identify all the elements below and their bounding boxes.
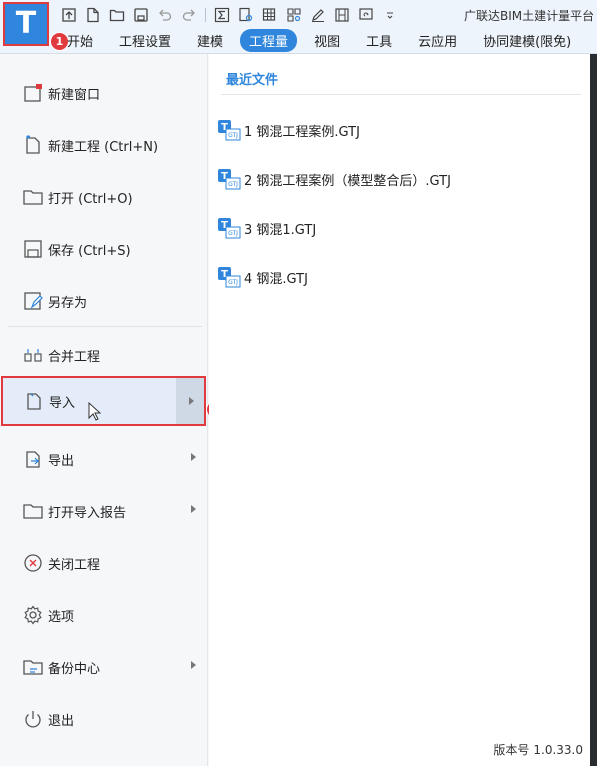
gtj-file-icon: T GTJ [217,217,241,239]
tab-modeling[interactable]: 建模 [188,29,232,52]
tab-collab-modeling[interactable]: 协同建模(限免) [474,29,580,52]
menu-label: 新建工程 (Ctrl+N) [48,139,159,155]
chevron-right-icon [191,505,196,513]
tab-quantity[interactable]: 工程量 [240,28,298,52]
svg-text:GTJ: GTJ [228,279,238,286]
menu-exit[interactable]: 退出 [0,694,208,744]
menu-label: 合并工程 [48,349,101,365]
recent-file-label: 1 钢混工程案例.GTJ [244,124,360,140]
new-window-icon [20,80,46,106]
app-logo-icon: T [15,6,37,41]
menu-label: 备份中心 [48,661,101,677]
menu-import[interactable]: 导入 [1,376,206,426]
report-view-icon[interactable] [237,6,255,24]
recent-file-item[interactable]: T GTJ 2 钢混工程案例（模型整合后）.GTJ [217,167,451,191]
undo-icon[interactable] [156,6,174,24]
svg-text:GTJ: GTJ [228,181,238,188]
tab-tools[interactable]: 工具 [357,29,401,52]
menu-label: 导出 [48,453,75,469]
version-info: 版本号 1.0.33.0 [493,741,583,758]
gtj-file-icon: T GTJ [217,119,241,141]
recent-divider [221,94,581,95]
gtj-file-icon: T GTJ [217,266,241,288]
mouse-cursor-icon [88,401,102,425]
grid-search-icon[interactable] [285,6,303,24]
menu-open-import-report[interactable]: 打开导入报告 [0,486,208,536]
menu-save-as[interactable]: 另存为 [0,276,208,326]
sync-icon[interactable] [357,6,375,24]
menu-divider [8,326,202,327]
pen-icon[interactable] [309,6,327,24]
menu-label: 打开 (Ctrl+O) [48,191,133,207]
recent-file-item[interactable]: T GTJ 3 钢混1.GTJ [217,216,316,240]
menu-save[interactable]: 保存 (Ctrl+S) [0,224,208,274]
menu-close-project[interactable]: 关闭工程 [0,538,208,588]
tab-cloud[interactable]: 云应用 [409,29,466,52]
svg-text:GTJ: GTJ [228,132,238,139]
gtj-file-icon: T GTJ [217,168,241,190]
quick-access-toolbar [60,5,399,25]
close-circle-icon [20,550,46,576]
summation-icon[interactable] [213,6,231,24]
menu-label: 选项 [48,609,75,625]
merge-icon [20,342,46,368]
menu-backup-center[interactable]: 备份中心 [0,642,208,692]
menu-label: 打开导入报告 [48,505,127,521]
menu-export[interactable]: 导出 [0,434,208,484]
menu-label: 另存为 [48,295,88,311]
menu-new-window[interactable]: 新建窗口 [0,68,208,118]
menu-label: 新建窗口 [48,87,101,103]
menu-label: 导入 [49,395,76,411]
background-canvas-edge [590,54,597,766]
import-icon [21,388,47,414]
recent-file-label: 3 钢混1.GTJ [244,222,317,238]
new-file-icon[interactable] [84,6,102,24]
version-number: 1.0.33.0 [533,743,583,757]
file-menu: 新建窗口 新建工程 (Ctrl+N) 打开 (Ctrl+O) 保存 (Ctrl+… [0,54,225,766]
version-label: 版本号 [493,743,530,757]
chevron-right-icon [191,453,196,461]
ribbon-tabs: 开始 工程设置 建模 工程量 视图 工具 云应用 协同建模(限免) [58,28,588,52]
export-icon [20,446,46,472]
save-as-icon [20,288,46,314]
folder-icon [20,498,46,524]
customize-dropdown-icon[interactable] [381,6,399,24]
gear-icon [20,602,46,628]
tab-project-settings[interactable]: 工程设置 [110,29,180,52]
recent-file-item[interactable]: T GTJ 1 钢混工程案例.GTJ [217,118,360,142]
menu-merge-project[interactable]: 合并工程 [0,330,208,380]
app-title: 广联达BIM土建计量平台 [464,9,595,23]
table-icon[interactable] [261,6,279,24]
save-icon[interactable] [132,6,150,24]
upload-cloud-icon[interactable] [60,6,78,24]
recent-files-title: 最近文件 [226,73,279,88]
folder-icon [20,184,46,210]
menu-open[interactable]: 打开 (Ctrl+O) [0,172,208,222]
menu-label: 关闭工程 [48,557,101,573]
tab-start[interactable]: 开始 [58,29,102,52]
new-project-icon [20,132,46,158]
recent-files-panel: 最近文件 T GTJ 1 钢混工程案例.GTJ T GTJ 2 钢混工程案例（模型整… [209,54,597,766]
redo-icon[interactable] [180,6,198,24]
recent-file-label: 4 钢混.GTJ [244,271,308,287]
open-folder-icon[interactable] [108,6,126,24]
save-icon [20,236,46,262]
app-menu-button[interactable]: T [3,2,49,46]
menu-label: 退出 [48,713,75,729]
power-icon [20,706,46,732]
ruler-icon[interactable] [333,6,351,24]
chevron-right-icon [191,661,196,669]
menu-new-project[interactable]: 新建工程 (Ctrl+N) [0,120,208,170]
ribbon: T 1 广联达BIM土建计量平台 开始 工程设置 建模 工程量 视图 工具 云应… [0,0,597,54]
tab-view[interactable]: 视图 [305,29,349,52]
toolbar-separator [205,8,206,22]
recent-file-item[interactable]: T GTJ 4 钢混.GTJ [217,265,308,289]
menu-label: 保存 (Ctrl+S) [48,243,131,259]
menu-options[interactable]: 选项 [0,590,208,640]
recent-file-label: 2 钢混工程案例（模型整合后）.GTJ [244,173,451,189]
svg-text:GTJ: GTJ [228,230,238,237]
backup-icon [20,654,46,680]
chevron-right-icon [189,397,194,405]
